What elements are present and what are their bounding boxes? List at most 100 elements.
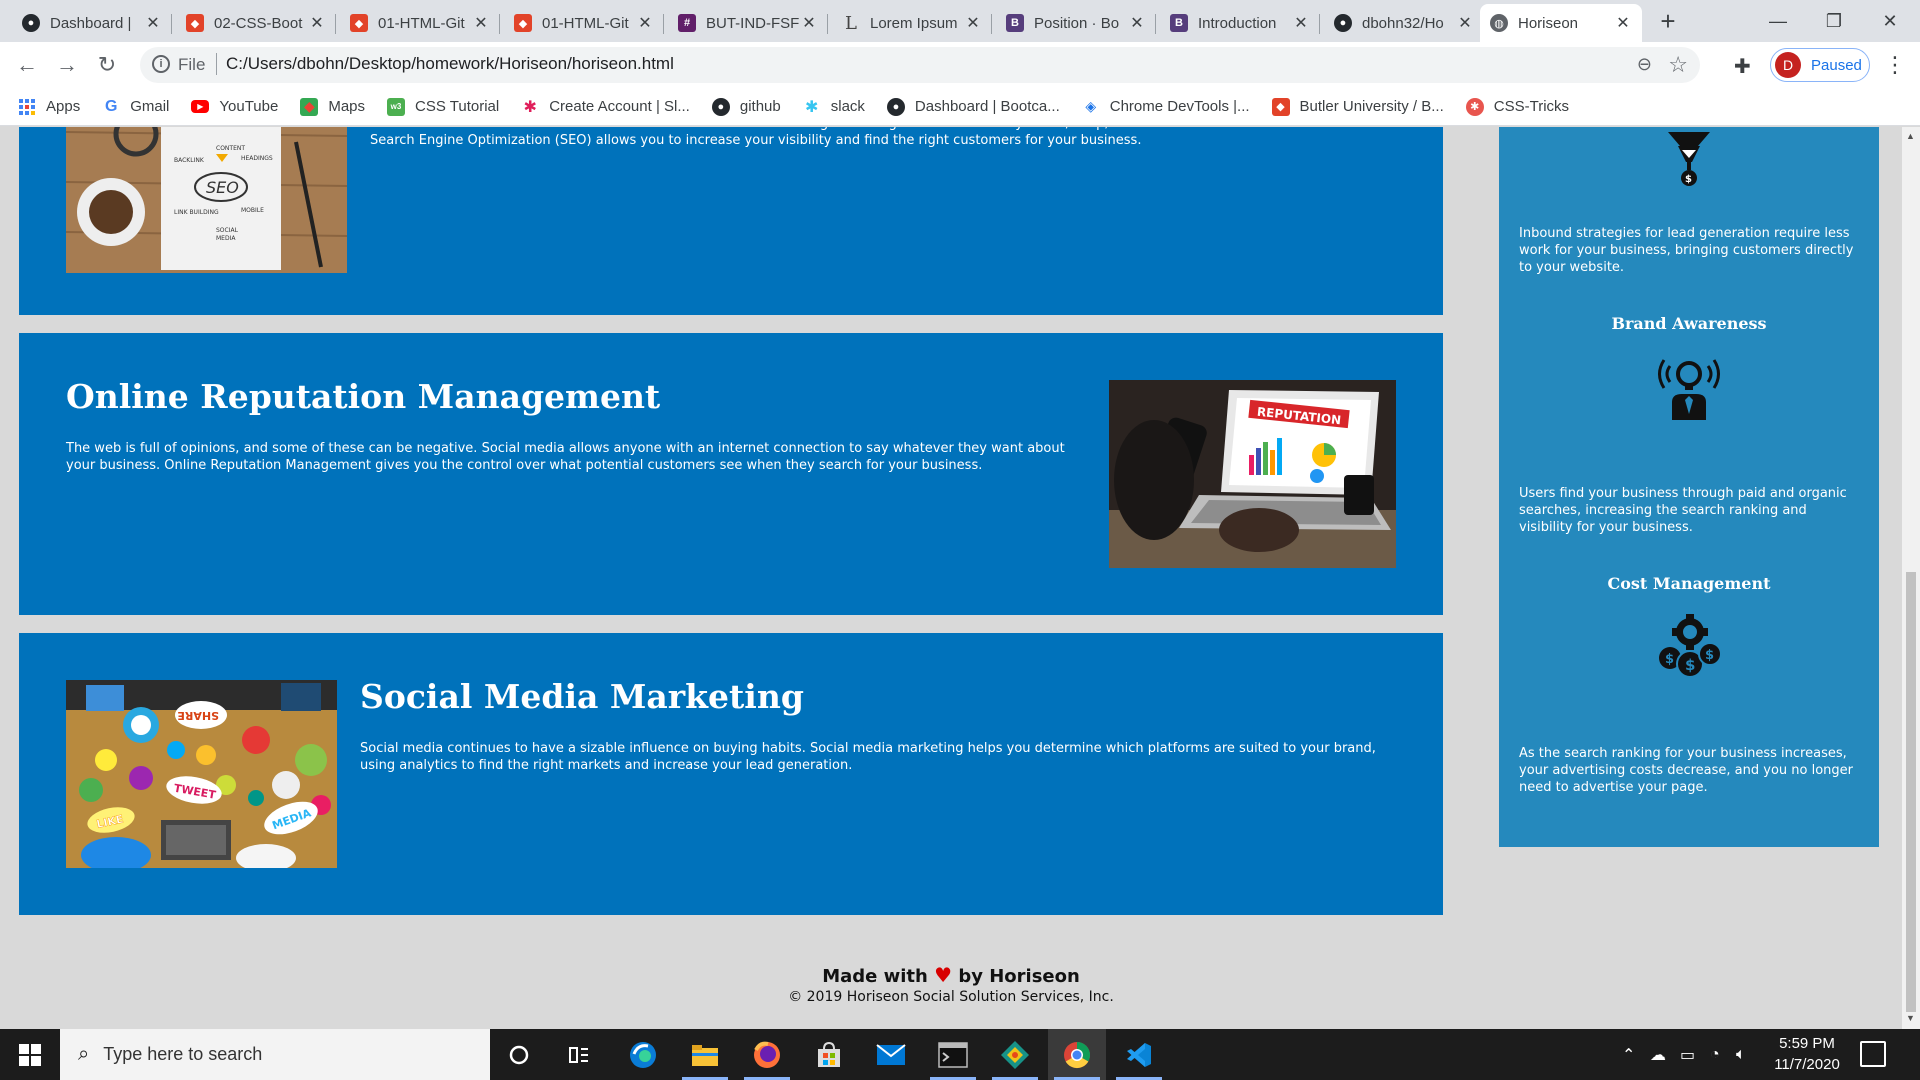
edge-icon[interactable]: [614, 1029, 672, 1080]
tab-horiseon[interactable]: ◍ Horiseon ✕: [1480, 4, 1642, 42]
battery-icon[interactable]: ▭: [1680, 1029, 1695, 1080]
seo-section: SEO BACKLINK HEADINGS CONTENT LINK BUILDI…: [19, 127, 1443, 315]
profile-button[interactable]: D Paused: [1770, 48, 1870, 82]
svg-text:$: $: [1665, 652, 1674, 667]
svg-text:BACKLINK: BACKLINK: [174, 157, 205, 164]
bookmark-youtube[interactable]: ▶ YouTube: [191, 98, 278, 115]
terminal-icon[interactable]: [924, 1029, 982, 1080]
tab-dbohn-repo[interactable]: ● dbohn32/Ho ✕: [1324, 4, 1484, 42]
firefox-icon[interactable]: [738, 1029, 796, 1080]
tab-lorem-ipsum[interactable]: L Lorem Ipsum ✕: [832, 4, 992, 42]
tab-position-bootstrap[interactable]: B Position · Bo ✕: [996, 4, 1156, 42]
taskbar-search[interactable]: ⌕ Type here to search: [60, 1029, 490, 1080]
svg-text:CONTENT: CONTENT: [216, 145, 245, 152]
search-icon: ⌕: [78, 1043, 90, 1065]
file-explorer-icon[interactable]: [676, 1029, 734, 1080]
mail-icon[interactable]: [862, 1029, 920, 1080]
slack-icon: ✱: [523, 98, 537, 116]
bookmarks-bar: Apps G Gmail ▶ YouTube ◆ Maps w3 CSS Tut…: [0, 88, 1920, 126]
cost-management-title: Cost Management: [1607, 574, 1771, 593]
new-tab-button[interactable]: +: [1653, 8, 1683, 34]
show-hidden-icons[interactable]: ⌃: [1622, 1029, 1635, 1080]
volume-icon[interactable]: 🔈︎: [1736, 1029, 1746, 1080]
bookmark-apps[interactable]: Apps: [18, 98, 80, 116]
bookmark-css-tutorial[interactable]: w3 CSS Tutorial: [387, 97, 499, 116]
close-tab-icon[interactable]: ✕: [1614, 13, 1632, 33]
svg-text:SOCIAL: SOCIAL: [216, 227, 239, 234]
task-view-icon[interactable]: [550, 1029, 608, 1080]
tab-dashboard[interactable]: ● Dashboard | ✕: [12, 4, 172, 42]
bookmark-css-tricks[interactable]: ✱ CSS-Tricks: [1465, 97, 1569, 116]
chrome-icon[interactable]: [1048, 1029, 1106, 1080]
wifi-icon[interactable]: ◔: [1710, 1029, 1720, 1080]
address-url[interactable]: C:/Users/dbohn/Desktop/homework/Horiseon…: [226, 54, 674, 74]
github-icon: ●: [886, 97, 905, 116]
reputation-section: Online Reputation Management The web is …: [19, 333, 1443, 615]
restore-icon[interactable]: ❐: [1806, 0, 1862, 42]
close-tab-icon[interactable]: ✕: [1292, 13, 1310, 33]
bootstrap-icon: B: [1170, 14, 1188, 32]
close-window-icon[interactable]: ✕: [1862, 0, 1918, 42]
vscode-icon[interactable]: [1110, 1029, 1168, 1080]
apps-grid-icon: [18, 98, 36, 116]
bookmark-dashboard-bootcamp[interactable]: ● Dashboard | Bootca...: [886, 97, 1060, 116]
forward-arrow-icon[interactable]: →: [52, 50, 82, 80]
css-tricks-icon: ✱: [1465, 97, 1484, 116]
bookmark-butler-university[interactable]: ◆ Butler University / B...: [1271, 97, 1444, 116]
bookmark-maps[interactable]: ◆ Maps: [300, 97, 365, 116]
tab-but-ind[interactable]: # BUT-IND-FSF ✕: [668, 4, 828, 42]
clock-date: 11/7/2020: [1774, 1056, 1840, 1073]
reload-icon[interactable]: ↻: [92, 50, 122, 80]
windows-taskbar: ⌕ Type here to search ⌃ ☁ ▭ ◔ 🔈︎ 5:59 PM…: [0, 1029, 1920, 1080]
close-tab-icon[interactable]: ✕: [800, 13, 818, 33]
back-arrow-icon[interactable]: ←: [12, 50, 42, 80]
close-tab-icon[interactable]: ✕: [636, 13, 654, 33]
globe-icon: ◍: [1490, 14, 1508, 32]
bookmark-github[interactable]: ● github: [711, 97, 781, 116]
bookmark-slack[interactable]: ✱ slack: [803, 98, 865, 116]
bookmark-create-account[interactable]: ✱ Create Account | Sl...: [521, 98, 690, 116]
maps-icon: ◆: [300, 97, 319, 116]
info-icon[interactable]: i: [152, 55, 170, 73]
svg-text:SEO: SEO: [206, 178, 239, 197]
close-tab-icon[interactable]: ✕: [1456, 13, 1474, 33]
cortana-icon[interactable]: [490, 1029, 548, 1080]
github-icon: ●: [1334, 14, 1352, 32]
microsoft-store-icon[interactable]: [800, 1029, 858, 1080]
heart-icon: ♥: [934, 963, 953, 987]
notification-center-icon[interactable]: [1860, 1041, 1886, 1067]
reputation-description: The web is full of opinions, and some of…: [66, 441, 1065, 473]
git-kraken-icon[interactable]: [986, 1029, 1044, 1080]
bookmark-star-icon[interactable]: ☆: [1668, 52, 1688, 78]
system-clock[interactable]: 5:59 PM 11/7/2020: [1762, 1033, 1852, 1075]
scrollbar-thumb[interactable]: [1906, 572, 1916, 1012]
extensions-puzzle-icon[interactable]: ✚: [1734, 54, 1751, 79]
bookmark-chrome-devtools[interactable]: ◈ Chrome DevTools |...: [1082, 98, 1249, 116]
page-footer: Made with ♥ by Horiseon © 2019 Horiseon …: [0, 963, 1902, 1005]
bookmark-gmail[interactable]: G Gmail: [102, 98, 169, 116]
close-tab-icon[interactable]: ✕: [144, 13, 162, 33]
scroll-up-arrow-icon[interactable]: ▲: [1906, 131, 1915, 141]
close-tab-icon[interactable]: ✕: [964, 13, 982, 33]
address-bar[interactable]: i File C:/Users/dbohn/Desktop/homework/H…: [140, 47, 1700, 83]
brand-awareness-title: Brand Awareness: [1611, 314, 1767, 333]
cost-management-text: As the search ranking for your business …: [1519, 746, 1854, 795]
slack-icon: #: [678, 14, 696, 32]
close-tab-icon[interactable]: ✕: [1128, 13, 1146, 33]
tab-introduction[interactable]: B Introduction ✕: [1160, 4, 1320, 42]
social-media-description: Social media continues to have a sizable…: [360, 741, 1376, 773]
minimize-icon[interactable]: —: [1750, 0, 1806, 42]
close-tab-icon[interactable]: ✕: [472, 13, 490, 33]
scroll-down-arrow-icon[interactable]: ▼: [1906, 1013, 1915, 1023]
footer-made-with: Made with ♥ by Horiseon: [822, 963, 1080, 987]
page-scrollbar[interactable]: ▲ ▼: [1902, 127, 1920, 1029]
tab-html-git-1[interactable]: ◆ 01-HTML-Git ✕: [340, 4, 500, 42]
svg-text:$: $: [1705, 648, 1714, 663]
onedrive-cloud-icon[interactable]: ☁: [1650, 1029, 1666, 1080]
close-tab-icon[interactable]: ✕: [308, 13, 326, 33]
tab-html-git-2[interactable]: ◆ 01-HTML-Git ✕: [504, 4, 664, 42]
windows-start-icon[interactable]: [0, 1029, 60, 1080]
menu-kebab-icon[interactable]: ⋮: [1884, 52, 1906, 78]
zoom-icon[interactable]: ⊖: [1637, 54, 1652, 75]
tab-css-boot[interactable]: ◆ 02-CSS-Boot ✕: [176, 4, 336, 42]
